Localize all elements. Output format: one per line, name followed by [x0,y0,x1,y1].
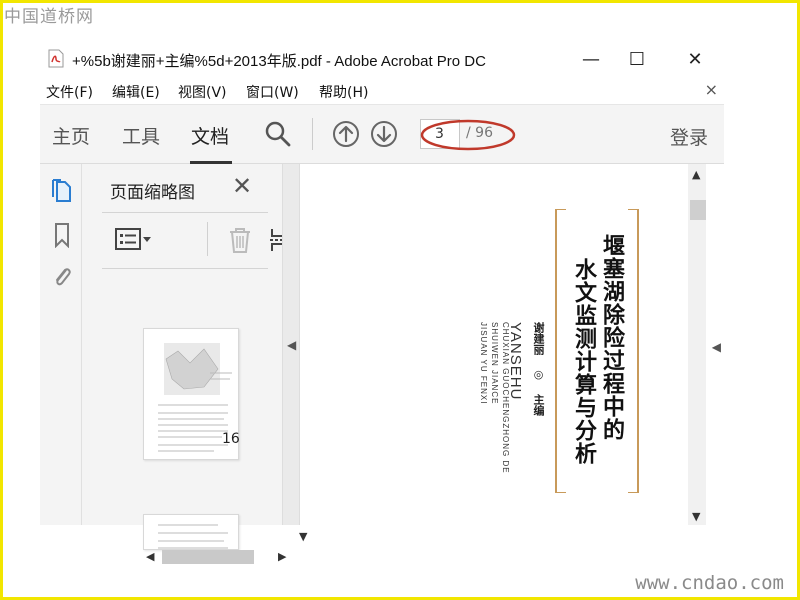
doc-scroll-down-icon[interactable]: ▼ [692,510,700,523]
watermark-bottom-right: www.cndao.com [635,572,784,594]
main-toolbar: 主页 工具 文档 3 / 96 登录 [40,104,724,164]
menu-file[interactable]: 文件(F) [46,82,93,102]
tab-home[interactable]: 主页 [52,122,90,149]
cover-pinyin-line2: CHUXIAN GUOCHENGZHONG DE [501,322,510,474]
login-button[interactable]: 登录 [670,123,708,150]
cover-title-line2: 水文监测计算与分析 [571,258,597,465]
page-thumbnail-preview [158,524,228,549]
cover-pinyin-line3: SHUIWEN JIANCE [490,322,499,405]
pdf-file-icon [48,49,64,68]
next-page-icon[interactable] [370,120,398,148]
scroll-down-arrow-icon[interactable]: ▼ [299,530,307,543]
tab-tools[interactable]: 工具 [122,122,160,149]
previous-page-icon[interactable] [332,120,360,148]
page-thumbnails-icon[interactable] [51,178,73,204]
thumbnail-panel: 页面缩略图 ✕ 16 ▼ ◀ ▶ [82,164,314,564]
cover-title-line1: 堰塞湖除险过程中的 [599,234,625,441]
document-view: 堰塞湖除险过程中的 水文监测计算与分析 谢建丽 ◎ 主编 YANSEHU CHU… [300,164,724,525]
thumbnail-hscroll-thumb[interactable] [162,550,254,564]
panel-divider [102,212,268,213]
panel-title: 页面缩略图 [110,183,195,203]
maximize-button[interactable]: ☐ [622,46,652,72]
menu-close-icon[interactable]: × [705,80,718,99]
document-scrollbar[interactable]: ▲ ▼ [688,164,706,525]
watermark-top-left: 中国道桥网 [4,7,94,27]
left-rail [40,164,82,525]
window-title: +%5b谢建丽+主编%5d+2013年版.pdf - Adobe Acrobat… [72,53,486,70]
menu-help[interactable]: 帮助(H) [319,82,368,102]
scroll-left-arrow-icon[interactable]: ◀ [146,550,154,563]
tab-document[interactable]: 文档 [191,122,229,149]
collapse-panel-arrow-icon[interactable]: ◀ [287,338,296,352]
menu-edit[interactable]: 编辑(E) [112,82,160,102]
right-pane-gutter: ◀ [706,164,724,525]
doc-scroll-up-icon[interactable]: ▲ [692,168,700,181]
cover-editor: 谢建丽 ◎ 主编 [532,322,545,416]
panel-splitter[interactable]: ◀ [282,164,300,525]
toolbar-separator [312,118,313,150]
bookmark-icon[interactable] [51,222,73,248]
scroll-right-arrow-icon[interactable]: ▶ [278,550,286,563]
attachment-icon[interactable] [51,264,73,290]
panel-divider-2 [102,268,268,269]
menu-view[interactable]: 视图(V) [178,82,227,102]
close-window-button[interactable]: ✕ [680,46,710,72]
search-icon[interactable] [264,120,292,148]
document-scroll-thumb[interactable] [690,200,706,220]
panel-tool-separator [207,222,208,256]
expand-right-pane-arrow-icon[interactable]: ◀ [712,340,721,354]
delete-page-icon[interactable] [226,226,254,254]
page-thumbnail[interactable] [143,514,239,550]
red-annotation-ellipse [420,119,516,151]
thumbnail-options-icon[interactable] [114,226,152,252]
menu-bar: 文件(F) 编辑(E) 视图(V) 窗口(W) 帮助(H) × [40,80,724,102]
cover-pinyin-line4: JISUAN YU FENXI [479,322,488,405]
thumbnail-page-number: 16 [222,431,240,447]
panel-close-icon[interactable]: ✕ [232,172,252,200]
acrobat-window: +%5b谢建丽+主编%5d+2013年版.pdf - Adobe Acrobat… [40,40,724,564]
minimize-button[interactable]: — [576,46,606,72]
menu-window[interactable]: 窗口(W) [246,82,299,102]
title-bar: +%5b谢建丽+主编%5d+2013年版.pdf - Adobe Acrobat… [40,40,724,76]
